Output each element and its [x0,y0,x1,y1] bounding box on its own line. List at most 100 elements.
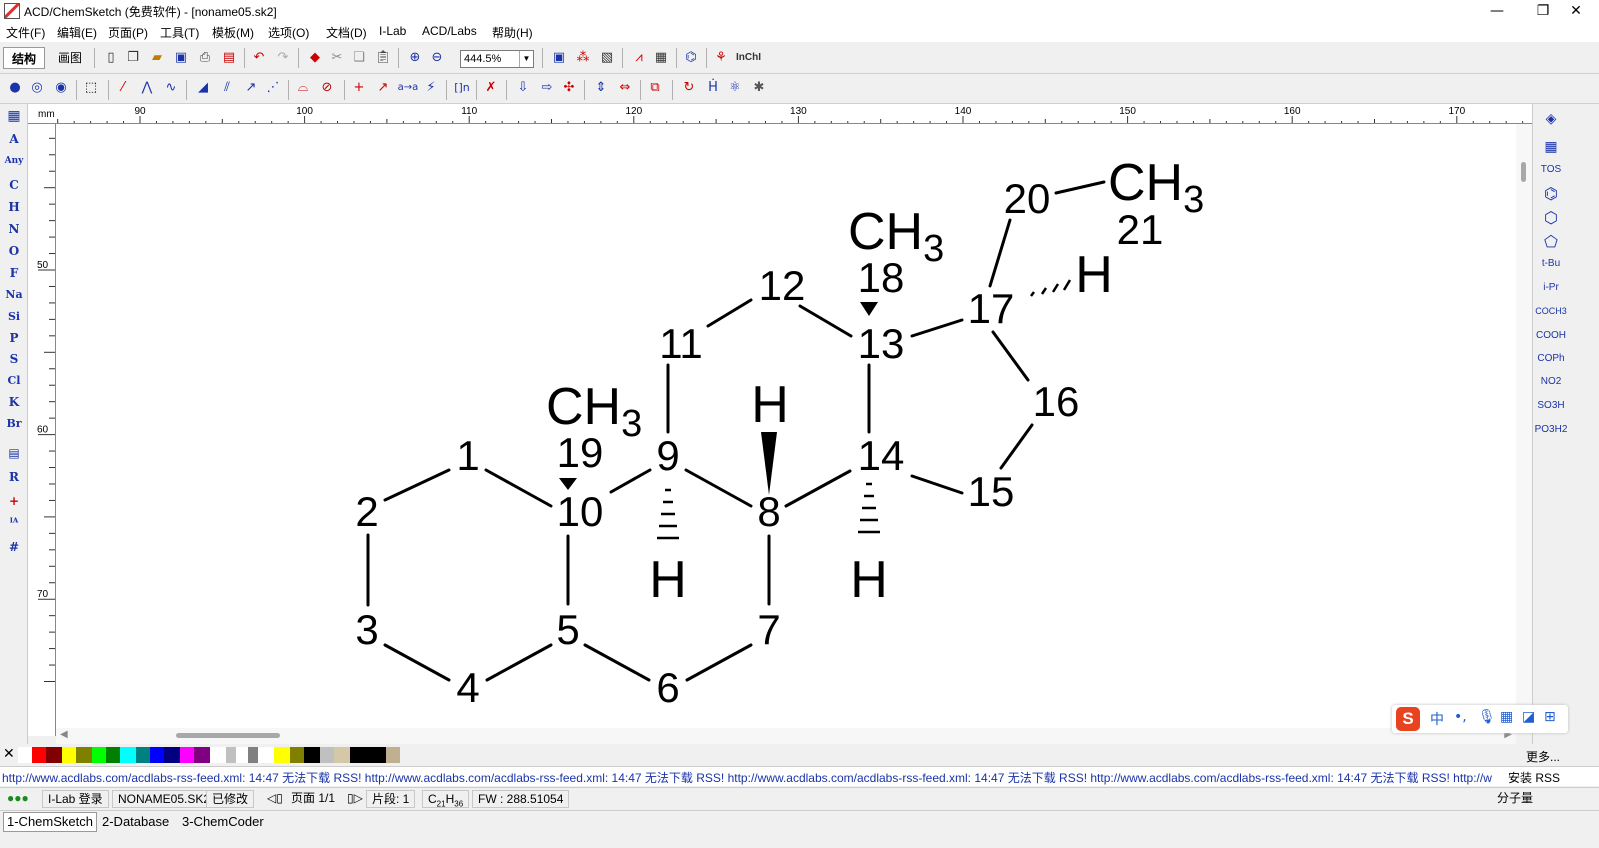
element-button[interactable]: Cl [0,374,28,387]
image-icon[interactable]: ▧ [598,49,616,67]
cooh-button[interactable]: COOH [1533,330,1569,341]
color-swatch[interactable] [290,747,304,763]
select-tool-icon[interactable]: ⬚ [82,79,100,97]
element-button[interactable]: # [0,540,28,554]
color-swatch[interactable] [194,747,210,763]
element-button[interactable]: K [0,395,28,409]
atom-label[interactable]: 21 [1117,206,1164,253]
element-button[interactable]: O [0,244,28,258]
color-swatch[interactable] [120,747,136,763]
color-swatch[interactable] [18,747,32,763]
atom-label[interactable]: 8 [757,488,780,535]
color-swatch[interactable] [150,747,164,763]
color-swatch[interactable] [226,747,236,763]
inchi-icon[interactable]: ⚘ [712,49,730,67]
so3h-button[interactable]: SO3H [1533,400,1569,411]
element-button[interactable]: H [0,200,28,214]
cyclohexane-icon[interactable]: ⬡ [1533,208,1569,228]
table-icon[interactable]: ▦ [652,49,670,67]
zoom-select[interactable]: 444.5% ▼ [460,50,534,68]
chain-tool-icon[interactable]: ⋀ [138,79,156,97]
dotted-bond-icon[interactable]: ⋰ [264,79,282,97]
atom-map-icon[interactable]: a→a [396,79,420,97]
menu-file[interactable]: 文件(F) [6,24,45,41]
select-atom-icon[interactable]: ● [6,79,24,97]
color-swatch[interactable] [210,747,226,763]
open-folder-icon[interactable]: ▰ [148,49,166,67]
coch3-button[interactable]: COCH3 [1533,306,1569,316]
color-swatch[interactable] [274,747,290,763]
wedge-bond-icon[interactable]: ◢ [194,79,212,97]
atom-label[interactable]: 17 [968,285,1015,332]
3d-optimize-icon[interactable]: ⚛ [726,79,744,97]
add-charge-icon[interactable]: + [350,79,368,97]
no2-button[interactable]: NO2 [1533,376,1569,387]
tab-chemsketch[interactable]: 1-ChemSketch [3,812,97,832]
element-button[interactable]: Si [0,310,28,323]
color-swatch[interactable] [248,747,258,763]
rotate-icon[interactable]: ◎ [28,79,46,97]
copy-icon[interactable]: ❏ [350,49,368,67]
atom-label[interactable]: 7 [757,606,780,653]
install-rss-button[interactable]: 安装 RSS [1508,769,1560,786]
ring-fuse-icon[interactable]: ⊘ [318,79,336,97]
clean-structure-icon[interactable]: ↻ [680,79,698,97]
tab-database[interactable]: 2-Database [102,814,169,829]
color-swatch[interactable] [76,747,92,763]
minimize-button[interactable]: — [1474,0,1520,22]
methyl-group-19[interactable]: CH3 [546,378,642,445]
atom-label[interactable]: 11 [659,320,703,367]
zoom-in-icon[interactable]: ⊕ [406,49,424,67]
color-swatch[interactable] [136,747,150,763]
menu-options[interactable]: 选项(O) [268,24,309,41]
arrow-bond-icon[interactable]: ↗ [242,79,260,97]
stereo-icon[interactable]: ✣ [560,79,578,97]
menu-page[interactable]: 页面(P) [108,24,148,41]
reaction-center-icon[interactable]: ⚡ [422,79,440,97]
close-button[interactable]: ✕ [1553,0,1599,22]
spectrum-icon[interactable]: ⩘ [630,49,648,67]
molecular-weight-label[interactable]: 分子量 [1492,790,1539,808]
atom-label[interactable]: 5 [556,606,579,653]
atom-label[interactable]: 9 [656,432,679,479]
menu-edit[interactable]: 编辑(E) [57,24,97,41]
color-swatch[interactable] [366,747,386,763]
atom-label[interactable]: 1 [456,432,479,479]
ilab-login[interactable]: I-Lab 登录 [42,790,109,808]
atom-label[interactable]: 19 [557,429,604,476]
methyl-group-18[interactable]: CH3 [848,203,944,270]
template-icon[interactable]: ◈ [1533,110,1569,127]
ring-tool-icon[interactable]: ⌓ [294,79,312,97]
cut-icon[interactable]: ✂ [328,49,346,67]
hydrogen-8[interactable]: H [751,376,789,434]
atom-label[interactable]: 2 [355,488,378,535]
atom-label[interactable]: 3 [355,606,378,653]
zoom-out-icon[interactable]: ⊖ [428,49,446,67]
scroll-left-icon[interactable]: ◀ [60,729,68,740]
element-button[interactable]: N [0,222,28,236]
color-swatch[interactable] [258,747,274,763]
color-swatch[interactable] [304,747,320,763]
atom-label[interactable]: 15 [968,468,1015,515]
menu-templates[interactable]: 模板(M) [212,24,254,41]
sogou-logo[interactable]: S [1396,707,1420,731]
color-swatch[interactable] [46,747,62,763]
element-button[interactable]: Na [0,288,28,301]
atom-label[interactable]: 14 [858,432,905,479]
inchi-label[interactable]: InChI [736,52,761,63]
color-swatch[interactable] [62,747,76,763]
color-swatch[interactable] [334,747,350,763]
element-button[interactable]: A [0,132,28,146]
reaction-arrow-icon[interactable]: ↗ [374,79,392,97]
hydrogen-9[interactable]: H [649,551,687,609]
tab-draw[interactable]: 画图 [50,47,90,69]
atom-label[interactable]: 13 [858,320,905,367]
menu-documents[interactable]: 文档(D) [326,24,367,41]
color-swatch[interactable] [106,747,120,763]
pdf-icon[interactable]: ▤ [220,49,238,67]
scroll-thumb[interactable] [176,733,280,738]
tos-button[interactable]: TOS [1533,164,1569,175]
hydrogen-14[interactable]: H [850,551,888,609]
keyboard-icon[interactable]: ▦ [1500,709,1513,725]
horizontal-scrollbar[interactable]: ◀ ▶ [56,728,1516,744]
